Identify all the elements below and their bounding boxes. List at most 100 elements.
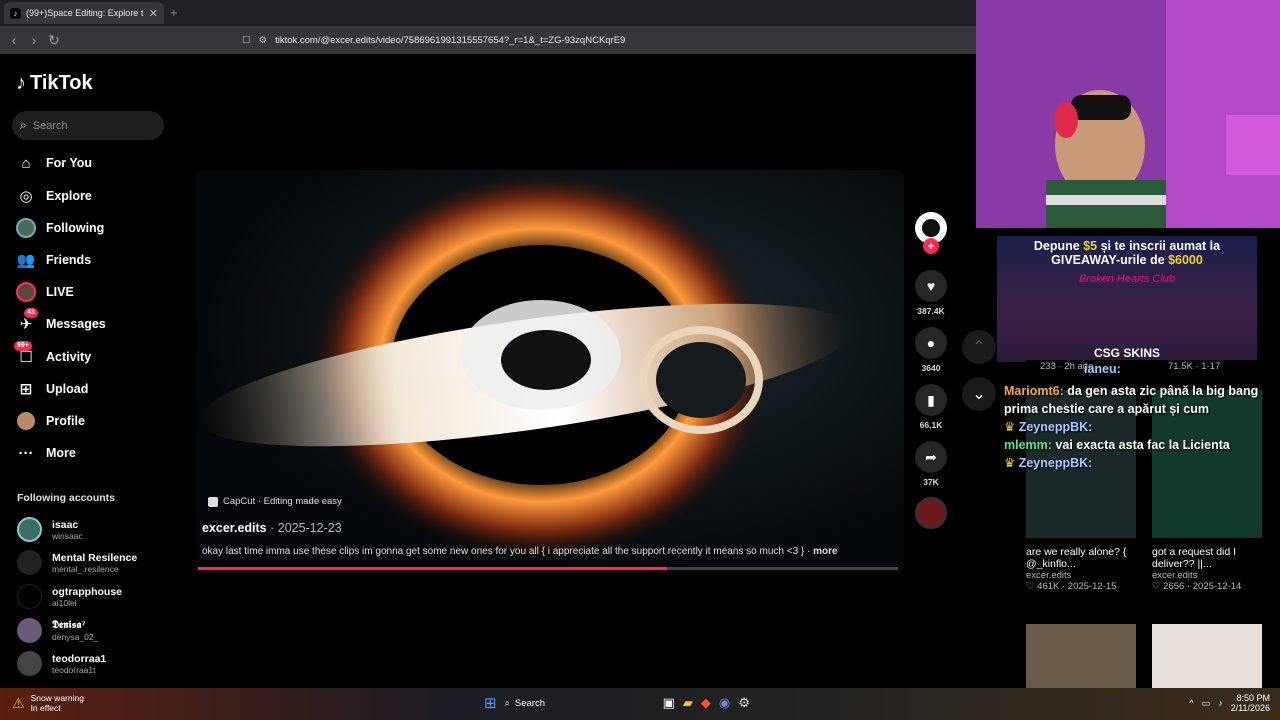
forward-icon[interactable]: ›	[24, 32, 44, 48]
account-item[interactable]: Mental Resilence mental_.resilence	[17, 550, 137, 575]
file-explorer-icon[interactable]: ▰	[683, 695, 693, 711]
video-thumbnail[interactable]	[1152, 624, 1262, 688]
tiktok-favicon-icon: ♪	[10, 7, 21, 19]
video-date: 2025-12-14	[1192, 581, 1242, 592]
system-tray: ^ ▭ ♪ 8:50 PM 2/11/2026	[1189, 693, 1270, 713]
sidebar-item-label: Following	[46, 221, 105, 235]
related-video-card[interactable]: are we really alone? { @_kinflo... excer…	[1026, 546, 1138, 592]
taskbar-search[interactable]: ⌕ Search	[505, 698, 655, 709]
search-icon: ⌕	[504, 697, 510, 709]
chat-user: mlemm:	[1004, 438, 1052, 452]
tray-chevron-icon[interactable]: ^	[1189, 698, 1193, 708]
browser-tab[interactable]: ♪ (99+)Space Editing: Explore the ✕	[4, 2, 164, 24]
sidebar-item-activity[interactable]: ☐ 99+ Activity	[14, 341, 91, 369]
sidebar-item-friends[interactable]: 👥 Friends	[16, 248, 92, 272]
sidebar-item-for-you[interactable]: ⌂ For You	[16, 151, 92, 175]
sound-disc-icon	[915, 497, 947, 529]
account-name: teodorraa1	[52, 652, 107, 665]
task-view-icon[interactable]: ▣	[663, 695, 675, 711]
comment-count: 3640	[921, 363, 941, 373]
ad-brand: CSG SKINS	[1093, 346, 1160, 360]
capcut-label[interactable]: CapCut · Editing made easy	[208, 496, 342, 507]
video-progress-bar[interactable]	[198, 567, 898, 570]
account-item[interactable]: teodorraa1 teodorraa1t	[17, 651, 106, 676]
follow-plus-icon[interactable]: +	[923, 238, 939, 254]
video-thumbnail[interactable]	[1026, 624, 1136, 688]
share-count: 37K	[923, 477, 939, 487]
creator-avatar-button[interactable]: +	[914, 212, 948, 254]
tab-title: (99+)Space Editing: Explore the	[26, 8, 144, 18]
account-handle: winsaac	[52, 530, 83, 541]
sidebar-item-profile[interactable]: Profile	[16, 409, 85, 433]
like-button[interactable]: ♥ 387.4K	[914, 270, 948, 316]
more-link[interactable]: more	[813, 546, 837, 557]
video-player[interactable]	[196, 170, 904, 572]
windows-start-icon[interactable]: ⊞	[484, 694, 497, 712]
previous-video-button[interactable]: ⌃	[962, 330, 996, 364]
clock-time: 8:50 PM	[1236, 693, 1270, 703]
steam-icon[interactable]: ⚙	[738, 695, 750, 711]
warning-icon: ⚠	[12, 694, 25, 711]
sidebar-item-label: LIVE	[46, 285, 74, 299]
search-input[interactable]: ⌕ Search	[12, 111, 164, 140]
live-icon	[16, 282, 36, 302]
share-button[interactable]: ➦ 37K	[914, 441, 948, 487]
sidebar-item-live[interactable]: LIVE	[16, 280, 74, 304]
tiktok-logo[interactable]: ♪ TikTok	[16, 72, 93, 95]
taskbar-center: ⊞ ⌕ Search ▣ ▰ ◆ ◉ ⚙	[484, 694, 750, 712]
related-video-card[interactable]: got a request did I deliver?? ||... exce…	[1152, 546, 1264, 592]
sidebar-item-messages[interactable]: ✈ 43 Messages	[16, 308, 106, 336]
sidebar-item-upload[interactable]: ⊞ Upload	[16, 377, 89, 401]
account-item[interactable]: 𝕯𝖊𝖓𝖎𝖘𝖆⁷ denysa_02_	[17, 618, 98, 643]
caption-text: okay last time imma use these clips im g…	[202, 546, 811, 557]
ad-amount: $5	[1083, 239, 1098, 253]
chat-message: ♛ ZeyneppBK:	[1004, 418, 1274, 436]
bookmark-icon: ▮	[915, 384, 947, 416]
stream-chat-overlay: ianeu: Mariomt6: da gen asta zic până la…	[1004, 360, 1274, 472]
address-bar[interactable]: ☐ ⚙ tiktok.com/@excer.edits/video/758696…	[242, 30, 972, 50]
reload-icon[interactable]: ↻	[44, 32, 64, 49]
sidebar-item-label: More	[46, 446, 76, 460]
ad-text: Depune	[1033, 239, 1084, 253]
account-item[interactable]: isaac winsaac	[17, 517, 83, 542]
profile-icon	[16, 411, 36, 431]
sidebar-item-more[interactable]: ··· More	[16, 441, 76, 465]
brave-icon[interactable]: ◆	[701, 695, 711, 711]
weather-title: Snow warning	[30, 693, 84, 703]
compass-icon: ◎	[19, 188, 33, 205]
bookmark-icon[interactable]: ☐	[242, 35, 251, 46]
close-tab-icon[interactable]: ✕	[149, 7, 158, 20]
site-info-icon[interactable]: ⚙	[259, 35, 268, 46]
video-author: excer.edits	[1152, 570, 1198, 581]
new-tab-button[interactable]: +	[170, 5, 178, 20]
back-icon[interactable]: ‹	[4, 32, 24, 48]
stream-ad-banner: Depune $5 și te inscrii aumat la GIVEAWA…	[997, 236, 1257, 362]
clock[interactable]: 8:50 PM 2/11/2026	[1231, 693, 1270, 713]
ad-text: și te inscrii aumat la	[1097, 239, 1221, 253]
save-button[interactable]: ▮ 66.1K	[914, 384, 948, 430]
account-name: isaac	[52, 518, 79, 531]
comment-icon: ●	[915, 327, 947, 359]
chat-user: ZeyneppBK:	[1018, 420, 1093, 434]
sidebar-item-explore[interactable]: ◎ Explore	[16, 184, 91, 208]
video-author[interactable]: excer.edits · 2025-12-23	[202, 521, 342, 535]
sidebar-item-following[interactable]: Following	[16, 216, 104, 240]
video-date: 2025-12-15	[1067, 581, 1117, 592]
chat-user: ZeyneppBK:	[1018, 456, 1093, 470]
sound-disc-button[interactable]	[914, 497, 948, 529]
windows-taskbar: ⚠ Snow warning In effect ⊞ ⌕ Search ▣ ▰ ◆ …	[0, 688, 1280, 720]
author-name[interactable]: excer.edits	[202, 521, 267, 535]
clock-date: 2/11/2026	[1230, 703, 1270, 713]
crown-icon: ♛	[1004, 420, 1016, 434]
account-name: Mental Resilence	[52, 551, 138, 564]
network-icon[interactable]: ▭	[1202, 698, 1211, 709]
account-item[interactable]: ogtrapphouse ai10lei	[17, 584, 122, 609]
account-handle: teodorraa1t	[52, 664, 96, 675]
next-video-button[interactable]: ⌄	[962, 377, 996, 411]
discord-icon[interactable]: ◉	[719, 695, 730, 711]
weather-widget[interactable]: ⚠ Snow warning In effect	[12, 693, 84, 713]
webcam-scene	[976, 0, 1280, 228]
crown-icon: ♛	[1004, 456, 1016, 470]
comment-button[interactable]: ● 3640	[914, 327, 948, 373]
volume-icon[interactable]: ♪	[1218, 698, 1223, 708]
